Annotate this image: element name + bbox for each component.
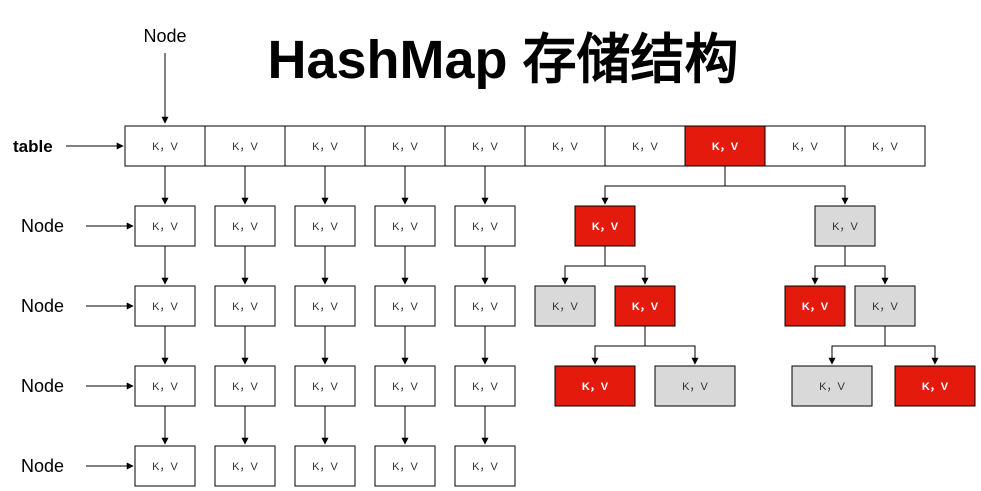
- chain-node-c2-r2-kv-text: K，V: [232, 301, 258, 313]
- chain-node-c2-r3: K，V: [214, 365, 276, 407]
- tree-left-node-L3a: K，V: [554, 365, 636, 407]
- chain-node-c3-r4: K，V: [294, 445, 356, 487]
- chain-node-c5-r4: K，V: [454, 445, 516, 487]
- chain-node-c1-r2-kv-text: K，V: [152, 301, 178, 313]
- table-slot-7-kv-text: K，V: [632, 141, 658, 153]
- chain-node-c3-r3: K，V: [294, 365, 356, 407]
- chain-node-c4-r2: K，V: [374, 285, 436, 327]
- chain-node-c2-r4: K，V: [214, 445, 276, 487]
- table-slot-10-kv-text: K，V: [872, 141, 898, 153]
- chain-node-c4-r1: K，V: [374, 205, 436, 247]
- chain-node-c4-r2-kv-text: K，V: [392, 301, 418, 313]
- chain-node-c1-r3: K，V: [134, 365, 196, 407]
- chain-node-c5-r1-kv-text: K，V: [472, 221, 498, 233]
- chain-node-c2-r2: K，V: [214, 285, 276, 327]
- chain-node-c3-r2: K，V: [294, 285, 356, 327]
- tree-left-node-L3a-kv-text: K，V: [582, 381, 609, 393]
- tree-right-edge-R2b-R3b: [885, 345, 939, 365]
- table-slot-2: K，V: [204, 125, 286, 167]
- chain-node-c3-r2-kv-text: K，V: [312, 301, 338, 313]
- edge-slot-to-right-root: [725, 185, 849, 205]
- tree-left-node-L1-kv-text: K，V: [592, 221, 619, 233]
- tree-right-node-R1-kv-text: K，V: [832, 221, 858, 233]
- tree-left-edge-L1-L2b: [605, 265, 649, 285]
- table-label: table: [13, 137, 53, 156]
- tree-left-node-L2b: K，V: [614, 285, 676, 327]
- chain-node-c4-r3: K，V: [374, 365, 436, 407]
- tree-right-edge-R1-R2b: [845, 265, 889, 285]
- row-label-node-4: Node: [21, 456, 64, 476]
- tree-right-node-R1: K，V: [814, 205, 876, 247]
- tree-left-node-L2b-kv-text: K，V: [632, 301, 659, 313]
- tree-left-node-L2a: K，V: [534, 285, 596, 327]
- table-slot-3-kv-text: K，V: [312, 141, 338, 153]
- table-slot-7: K，V: [604, 125, 686, 167]
- table-slot-5: K，V: [444, 125, 526, 167]
- tree-left-node-L3b: K，V: [654, 365, 736, 407]
- table-slot-8: K，V: [684, 125, 766, 167]
- chain-node-c5-r3-kv-text: K，V: [472, 381, 498, 393]
- row-label-node-3: Node: [21, 376, 64, 396]
- tree-right-node-R3a-kv-text: K，V: [819, 381, 845, 393]
- tree-right-node-R3b: K，V: [894, 365, 976, 407]
- table-slot-4-kv-text: K，V: [392, 141, 418, 153]
- chain-node-c5-r1: K，V: [454, 205, 516, 247]
- chain-node-c4-r1-kv-text: K，V: [392, 221, 418, 233]
- tree-right-node-R2b-kv-text: K，V: [872, 301, 898, 313]
- chain-node-c5-r2-kv-text: K，V: [472, 301, 498, 313]
- tree-left-edge-L2b-L3b: [645, 345, 699, 365]
- chain-node-c2-r3-kv-text: K，V: [232, 381, 258, 393]
- tree-left-edge-L2b-L3a: [591, 345, 645, 365]
- table-slot-4: K，V: [364, 125, 446, 167]
- chain-node-c5-r3: K，V: [454, 365, 516, 407]
- table-slot-8-kv-text: K，V: [712, 141, 739, 153]
- tree-right-node-R3a: K，V: [791, 365, 873, 407]
- tree-right-node-R2a-kv-text: K，V: [802, 301, 829, 313]
- hashmap-diagram: HashMap 存储结构 Node table Node Node Node N…: [13, 26, 976, 487]
- edge-slot-to-left-root: [601, 185, 725, 205]
- table-slot-9: K，V: [764, 125, 846, 167]
- row-label-node-2: Node: [21, 296, 64, 316]
- tree-right-node-R3b-kv-text: K，V: [922, 381, 949, 393]
- tree-right-edge-R2b-R3a: [828, 345, 885, 365]
- tree-right-edge-R1-R2a: [811, 265, 845, 285]
- table-slot-6-kv-text: K，V: [552, 141, 578, 153]
- chain-node-c3-r4-kv-text: K，V: [312, 461, 338, 473]
- row-label-node-1: Node: [21, 216, 64, 236]
- table-slot-1: K，V: [124, 125, 206, 167]
- diagram-title: HashMap 存储结构: [267, 30, 738, 90]
- chain-node-c1-r2: K，V: [134, 285, 196, 327]
- chain-node-c4-r4-kv-text: K，V: [392, 461, 418, 473]
- chain-node-c1-r4: K，V: [134, 445, 196, 487]
- chain-node-c3-r1-kv-text: K，V: [312, 221, 338, 233]
- table-slot-1-kv-text: K，V: [152, 141, 178, 153]
- chain-node-c1-r1: K，V: [134, 205, 196, 247]
- chain-node-c3-r3-kv-text: K，V: [312, 381, 338, 393]
- table-slot-6: K，V: [524, 125, 606, 167]
- table-slot-2-kv-text: K，V: [232, 141, 258, 153]
- chain-node-c2-r4-kv-text: K，V: [232, 461, 258, 473]
- nodes-layer: K，V K，V K，V K，V K，V K，V K，V K，V K，V K，V K，V K，V K，V K…: [124, 125, 976, 487]
- table-slot-5-kv-text: K，V: [472, 141, 498, 153]
- chain-node-c2-r1: K，V: [214, 205, 276, 247]
- chain-node-c3-r1: K，V: [294, 205, 356, 247]
- chain-node-c1-r3-kv-text: K，V: [152, 381, 178, 393]
- table-slot-10: K，V: [844, 125, 926, 167]
- chain-node-c1-r4-kv-text: K，V: [152, 461, 178, 473]
- chain-node-c4-r3-kv-text: K，V: [392, 381, 418, 393]
- tree-left-edge-L1-L2a: [561, 265, 605, 285]
- chain-node-c4-r4: K，V: [374, 445, 436, 487]
- tree-right-node-R2a: K，V: [784, 285, 846, 327]
- table-slot-9-kv-text: K，V: [792, 141, 818, 153]
- tree-left-node-L3b-kv-text: K，V: [682, 381, 708, 393]
- tree-left-node-L2a-kv-text: K，V: [552, 301, 578, 313]
- tree-right-node-R2b: K，V: [854, 285, 916, 327]
- node-label-top: Node: [143, 26, 186, 46]
- chain-node-c5-r4-kv-text: K，V: [472, 461, 498, 473]
- chain-node-c2-r1-kv-text: K，V: [232, 221, 258, 233]
- table-slot-3: K，V: [284, 125, 366, 167]
- tree-left-node-L1: K，V: [574, 205, 636, 247]
- chain-node-c5-r2: K，V: [454, 285, 516, 327]
- chain-node-c1-r1-kv-text: K，V: [152, 221, 178, 233]
